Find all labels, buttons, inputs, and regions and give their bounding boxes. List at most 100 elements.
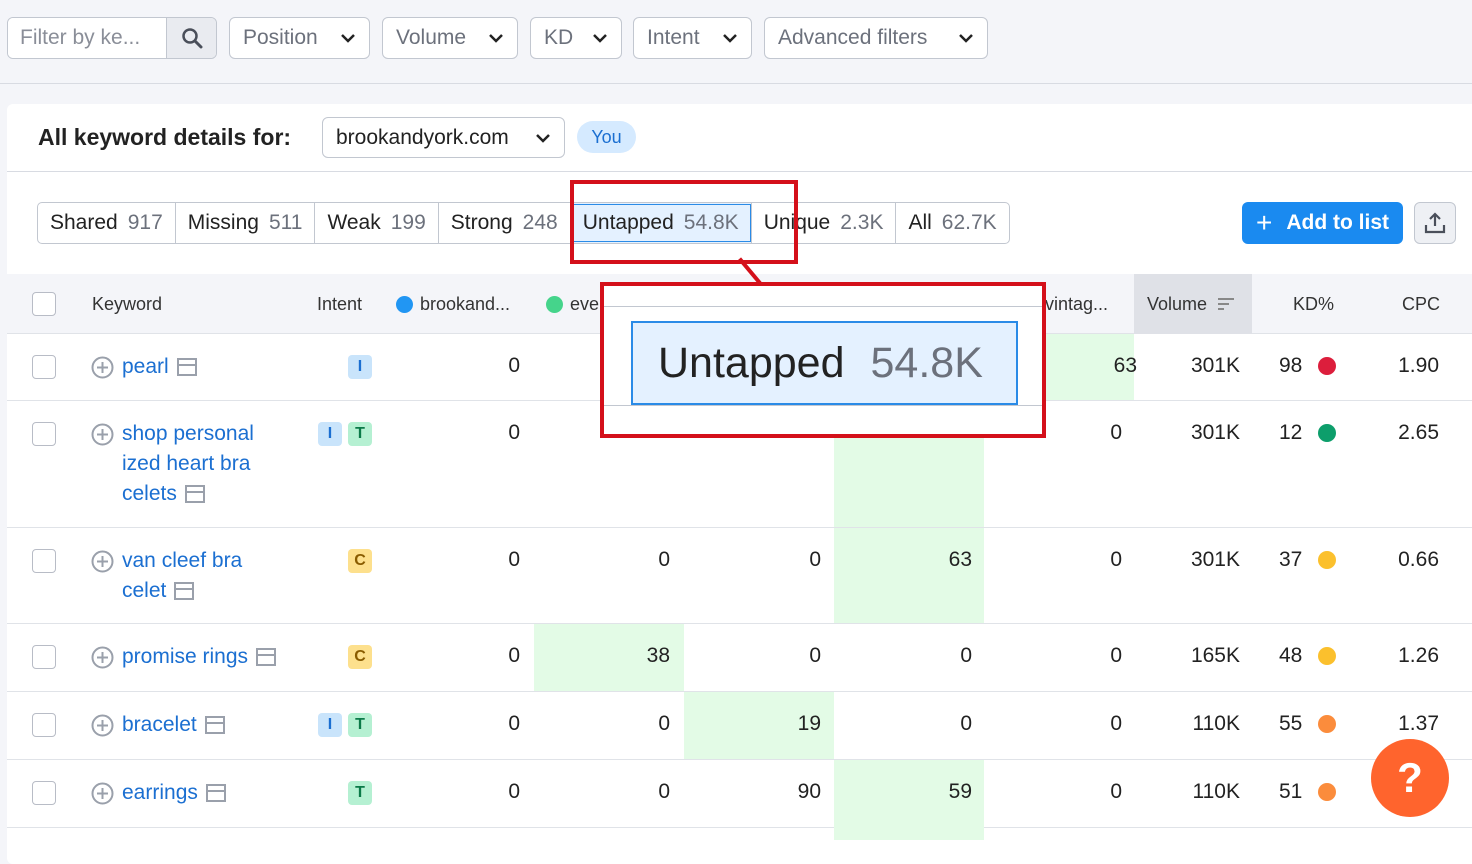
kd-number: 12	[1279, 421, 1303, 444]
column-competitor-5[interactable]: vintag...	[1045, 274, 1108, 334]
competitor-5-position: 0	[1110, 421, 1122, 444]
position-filter[interactable]: Position	[229, 17, 370, 59]
competitor-2-position: 0	[658, 712, 670, 735]
keyword-filter	[7, 17, 217, 59]
cpc-value: 1.37	[1398, 712, 1439, 735]
keyword-link[interactable]: van cleef bra celet	[91, 546, 286, 606]
row-checkbox[interactable]	[32, 781, 56, 805]
chevron-down-icon	[959, 34, 973, 43]
competitor-2-position: 0	[658, 548, 670, 571]
keyword-link[interactable]: shop personal ized heart bra celets	[91, 419, 286, 509]
volume-filter[interactable]: Volume	[382, 17, 518, 59]
advanced-filters-label: Advanced filters	[778, 26, 928, 49]
row-checkbox[interactable]	[32, 422, 56, 446]
intent-badge-informational: I	[318, 422, 342, 446]
keyword-text: bracelet	[122, 713, 197, 736]
competitor-3-position: 0	[809, 644, 821, 667]
intent-badge-commercial: C	[348, 645, 372, 669]
intent-filter[interactable]: Intent	[633, 17, 752, 59]
help-button[interactable]: ?	[1371, 739, 1449, 817]
zoomed-tab-count: 54.8K	[870, 338, 983, 387]
column-competitor-1[interactable]: brookand...	[396, 274, 510, 334]
add-circle-icon	[91, 782, 114, 805]
column-volume[interactable]: Volume	[1134, 274, 1252, 334]
competitor-1-position: 0	[508, 421, 520, 444]
tab-shared[interactable]: Shared 917	[38, 203, 176, 243]
column-keyword[interactable]: Keyword	[92, 274, 162, 334]
tab-count: 917	[127, 211, 163, 234]
keyword-link[interactable]: pearl	[91, 352, 286, 382]
volume-value: 110K	[1192, 780, 1241, 803]
kd-number: 51	[1279, 780, 1303, 803]
keyword-text: promise rings	[122, 645, 249, 668]
table-row: earrings T 0 0 90 59 0 110K 51	[7, 760, 1472, 840]
intent-badge-informational: I	[318, 713, 342, 737]
intent-badges: IT	[318, 713, 372, 737]
intent-badge-informational: I	[348, 355, 372, 379]
tab-count: 511	[268, 211, 303, 234]
column-kd[interactable]: KD%	[1293, 274, 1334, 334]
kd-dot	[1318, 357, 1337, 375]
position-filter-label: Position	[243, 26, 318, 49]
serp-features-icon	[205, 784, 226, 802]
cpc-value: 1.90	[1398, 354, 1439, 377]
keyword-text-line: celet	[122, 579, 167, 602]
export-button[interactable]	[1414, 202, 1456, 244]
kd-filter[interactable]: KD	[530, 17, 622, 59]
tab-label: Shared	[50, 211, 118, 234]
tab-label: Strong	[450, 211, 513, 234]
panel-title: All keyword details for:	[38, 124, 292, 150]
column-intent[interactable]: Intent	[317, 274, 362, 334]
kd-number: 55	[1279, 712, 1303, 735]
row-checkbox[interactable]	[32, 645, 56, 669]
table-row: van cleef bra celet C 0 0 0 63 0 301K 37…	[7, 528, 1472, 624]
tab-missing[interactable]: Missing 511	[176, 203, 316, 243]
volume-value: 110K	[1192, 712, 1241, 735]
filter-bar: Position Volume KD Intent Advanced filte…	[0, 0, 1472, 84]
kd-dot	[1318, 424, 1337, 442]
kd-number: 48	[1279, 644, 1303, 667]
callout-zoom: Untapped 54.8K	[600, 282, 1046, 438]
intent-badges: C	[348, 645, 372, 669]
kd-dot	[1318, 647, 1337, 665]
keyword-link[interactable]: earrings	[91, 778, 286, 808]
advanced-filters[interactable]: Advanced filters	[764, 17, 988, 59]
keyword-filter-input[interactable]	[8, 18, 166, 58]
search-button[interactable]	[166, 18, 216, 58]
competitor-5-position: 63	[1113, 354, 1137, 377]
tab-weak[interactable]: Weak 199	[315, 203, 439, 243]
row-checkbox[interactable]	[32, 549, 56, 573]
chevron-down-icon	[536, 133, 550, 143]
domain-select[interactable]: brookandyork.com	[322, 117, 565, 158]
tab-label: Weak	[327, 211, 381, 234]
row-checkbox[interactable]	[32, 355, 56, 379]
tab-label: Missing	[187, 211, 259, 234]
keyword-text-line: van cleef bra	[122, 549, 243, 572]
tab-count: 199	[390, 211, 426, 234]
tab-count: 62.7K	[941, 211, 997, 234]
tab-all[interactable]: All 62.7K	[896, 203, 1008, 243]
intent-badge-transactional: T	[348, 781, 372, 805]
add-to-list-button[interactable]: + Add to list	[1242, 202, 1403, 244]
tab-label: All	[908, 211, 932, 234]
competitor-5-position: 0	[1110, 780, 1122, 803]
competitor-1-position: 0	[508, 780, 520, 803]
keyword-text: pearl	[122, 355, 169, 378]
keyword-link[interactable]: promise rings	[91, 642, 321, 672]
column-competitor-2[interactable]: eve	[546, 274, 599, 334]
row-checkbox[interactable]	[32, 713, 56, 737]
add-circle-icon	[91, 714, 114, 737]
kd-number: 37	[1279, 548, 1303, 571]
competitor-3-position: 90	[797, 780, 821, 803]
keyword-link[interactable]: bracelet	[91, 710, 286, 740]
competitor-5-position: 0	[1110, 712, 1122, 735]
kd-value: 48	[1279, 644, 1337, 668]
column-cpc[interactable]: CPC	[1402, 274, 1440, 334]
add-circle-icon	[91, 550, 114, 573]
tab-strong[interactable]: Strong 248	[439, 203, 571, 243]
competitor-3-position: 19	[797, 712, 821, 735]
sort-icon	[1218, 298, 1235, 310]
zoom-divider	[604, 405, 1042, 406]
select-all-checkbox[interactable]	[32, 292, 56, 316]
table-row: promise rings C 0 38 0 0 0 165K 48 1.26	[7, 624, 1472, 692]
